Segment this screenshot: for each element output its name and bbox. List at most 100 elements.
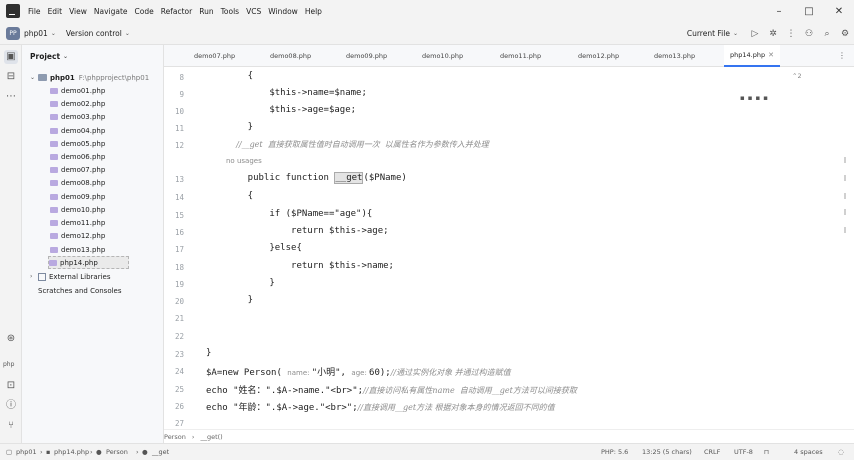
scrollbar-marker[interactable] (844, 175, 846, 181)
line-number: 24 (174, 367, 184, 376)
scrollbar-marker[interactable] (844, 157, 846, 163)
menu-tools[interactable]: Tools (221, 7, 239, 16)
menu-navigate[interactable]: Navigate (94, 7, 128, 16)
tree-file-selected[interactable]: php14.php (48, 256, 129, 269)
project-icon[interactable]: ▣ (4, 50, 18, 64)
browser-preview-icons[interactable]: ▪▪▪▪ (740, 94, 771, 102)
menu-code[interactable]: Code (135, 7, 154, 16)
search-icon[interactable]: ⌕ (818, 29, 836, 39)
menu-edit[interactable]: Edit (48, 7, 63, 16)
tree-file[interactable]: demo04.php (50, 124, 105, 137)
tree-file[interactable]: demo05.php (50, 137, 105, 150)
lock-icon[interactable]: ⊓ (764, 448, 769, 456)
project-switcher[interactable]: php01 (24, 29, 48, 38)
user-icon[interactable]: ⚇ (800, 29, 818, 39)
php-file-icon (50, 113, 58, 120)
settings-icon[interactable]: ⚙ (836, 29, 854, 39)
tree-file[interactable]: demo08.php (50, 176, 105, 189)
status-path-class[interactable]: Person (106, 448, 128, 456)
root-name: php01 (50, 73, 75, 82)
code-line: echo "姓名：".$A->name."<br>";//直接访问私有属性nam… (206, 383, 577, 396)
menu-help[interactable]: Help (305, 7, 322, 16)
tree-file[interactable]: demo02.php (50, 97, 105, 110)
notifications-icon[interactable]: ◌ (838, 448, 844, 456)
more-tools-icon[interactable]: ⋯ (4, 90, 18, 104)
tab-demo11[interactable]: demo11.php (500, 45, 541, 67)
menu-window[interactable]: Window (268, 7, 298, 16)
structure-icon[interactable]: ⊟ (4, 70, 18, 84)
menu-vcs[interactable]: VCS (246, 7, 261, 16)
vcs-button[interactable]: Version control (66, 29, 122, 38)
menu-run[interactable]: Run (199, 7, 213, 16)
tree-file[interactable]: demo13.php (50, 243, 105, 256)
debug-icon[interactable]: ✲ (764, 29, 782, 39)
more-icon[interactable]: ⋮ (782, 29, 800, 39)
file-label: demo10.php (61, 205, 106, 214)
scrollbar-marker[interactable] (844, 209, 846, 215)
usages-hint[interactable]: no usages (226, 157, 262, 165)
tab-demo08[interactable]: demo08.php (270, 45, 311, 67)
tree-file[interactable]: demo10.php (50, 203, 105, 216)
main-menu: File Edit View Navigate Code Refactor Ru… (28, 7, 329, 16)
tool-window-strip: ▣ ⊟ ⋯ ⊛ php ⊡ ⓘ ⑂ (0, 45, 22, 443)
tree-file[interactable]: demo06.php (50, 150, 105, 163)
code-fragment: "小明", (311, 368, 352, 378)
breadcrumb-class[interactable]: Person (164, 433, 186, 441)
code-line: } (206, 348, 212, 358)
menu-view[interactable]: View (69, 7, 87, 16)
status-path-file[interactable]: php14.php (54, 448, 89, 456)
code-fragment: echo "姓名：".$A->name."<br>"; (206, 386, 364, 396)
run-config-select[interactable]: Current File (687, 29, 730, 38)
indent-setting[interactable]: 4 spaces (794, 448, 823, 456)
line-number: 25 (174, 385, 184, 394)
external-libraries-label: External Libraries (49, 272, 111, 281)
menu-file[interactable]: File (28, 7, 41, 16)
more-tabs-icon[interactable]: ⋮ (838, 51, 846, 60)
inspection-widget[interactable]: ⌃2 (792, 72, 802, 80)
status-path-method[interactable]: __get (152, 448, 169, 456)
close-tab-icon[interactable]: ✕ (768, 51, 774, 59)
php-tool-label[interactable]: php (3, 361, 14, 368)
breadcrumb-method[interactable]: __get() (200, 433, 222, 441)
tree-root[interactable]: ⌄ php01 F:\phpproject\php01 (30, 71, 149, 84)
tab-demo13[interactable]: demo13.php (654, 45, 695, 67)
file-encoding[interactable]: UTF-8 (734, 448, 753, 456)
tab-demo07[interactable]: demo07.php (194, 45, 235, 67)
line-number: 20 (174, 297, 184, 306)
menu-refactor[interactable]: Refactor (161, 7, 192, 16)
problems-icon[interactable]: ⓘ (4, 399, 18, 413)
tree-file[interactable]: demo01.php (50, 84, 105, 97)
scrollbar-marker[interactable] (844, 227, 846, 233)
run-icon[interactable]: ▷ (746, 29, 764, 39)
tree-file[interactable]: demo11.php (50, 216, 105, 229)
terminal-icon[interactable]: ⊡ (4, 379, 18, 393)
code-editor[interactable]: ⌃2 ▪▪▪▪ 8 { 9 $this->name=$name; 10 $thi… (164, 67, 854, 429)
tab-demo12[interactable]: demo12.php (578, 45, 619, 67)
file-label: demo11.php (61, 218, 106, 227)
tree-file[interactable]: demo07.php (50, 163, 105, 176)
scrollbar-marker[interactable] (844, 193, 846, 199)
tree-file[interactable]: demo03.php (50, 110, 105, 123)
status-path-project[interactable]: php01 (16, 448, 37, 456)
breadcrumb-separator: › (136, 448, 139, 456)
close-icon[interactable]: ✕ (824, 0, 854, 22)
tree-external-libraries[interactable]: › External Libraries (30, 270, 111, 283)
line-separator[interactable]: CRLF (704, 448, 720, 456)
cursor-position[interactable]: 13:25 (5 chars) (642, 448, 692, 456)
tab-demo09[interactable]: demo09.php (346, 45, 387, 67)
tab-demo10[interactable]: demo10.php (422, 45, 463, 67)
tab-php14[interactable]: php14.php ✕ (724, 45, 780, 67)
maximize-icon[interactable]: □ (794, 0, 824, 22)
code-line: $A=new Person( name: "小明", age: 60);//通过… (206, 365, 511, 378)
tree-file[interactable]: demo12.php (50, 229, 105, 242)
git-icon[interactable]: ⑂ (4, 419, 18, 433)
line-number: 8 (179, 73, 184, 82)
php-version[interactable]: PHP: 5.6 (601, 448, 628, 456)
tree-scratches[interactable]: Scratches and Consoles (38, 284, 122, 297)
php-file-icon (50, 166, 58, 173)
project-panel-title[interactable]: Project (30, 52, 60, 61)
file-label: demo05.php (61, 139, 106, 148)
tree-file[interactable]: demo09.php (50, 190, 105, 203)
plugins-icon[interactable]: ⊛ (4, 332, 18, 346)
minimize-icon[interactable]: – (764, 0, 794, 22)
